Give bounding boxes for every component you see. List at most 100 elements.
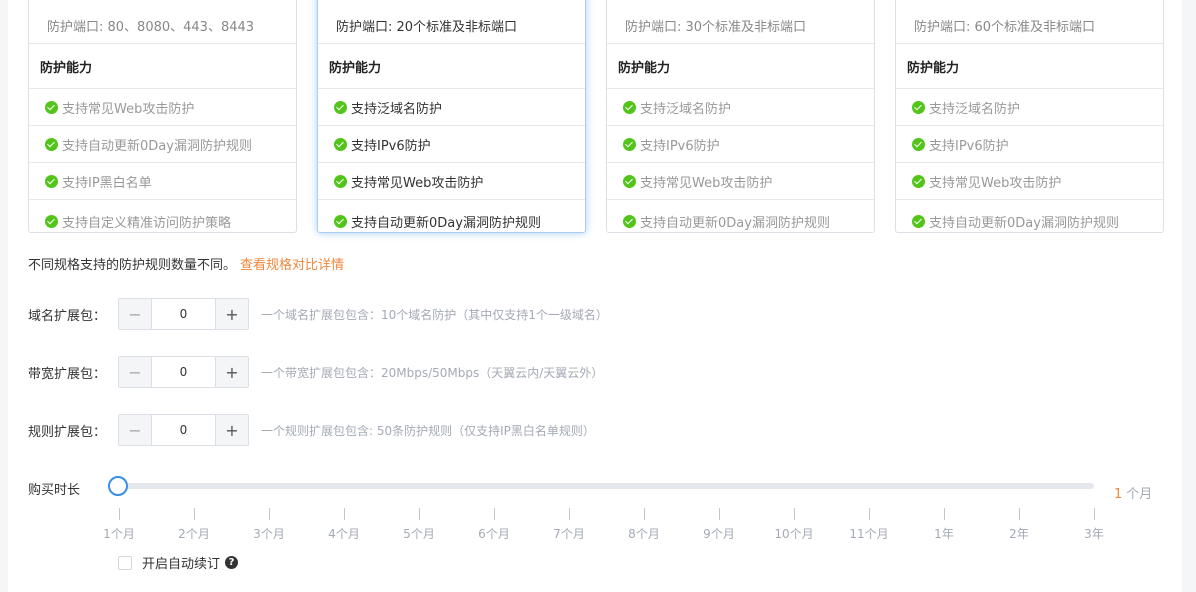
feature-item: 支持常见Web攻击防护 [29, 89, 296, 126]
card-ability-title: 防护能力 [607, 44, 874, 89]
bandwidth-pack-stepper: − 0 + [118, 356, 249, 388]
duration-slider-handle[interactable] [108, 476, 128, 496]
duration-tick-label[interactable]: 9个月 [703, 525, 735, 542]
spec-card-3[interactable]: 防护端口: 30个标准及非标端口 防护能力 支持泛域名防护 支持IPv6防护 支… [606, 0, 875, 233]
duration-tick [494, 508, 495, 520]
bandwidth-pack-hint: 一个带宽扩展包包含：20Mbps/50Mbps（天翼云内/天翼云外） [261, 365, 604, 380]
card-port: 防护端口: 60个标准及非标端口 [896, 0, 1163, 44]
check-circle-icon [334, 174, 347, 188]
check-circle-icon [623, 174, 636, 188]
card-port: 防护端口: 30个标准及非标端口 [607, 0, 874, 44]
duration-tick-label[interactable]: 8个月 [628, 525, 660, 542]
minus-icon: − [128, 304, 142, 324]
duration-tick-label[interactable]: 11个月 [849, 525, 888, 542]
check-circle-icon [45, 215, 58, 228]
duration-tick-label[interactable]: 3个月 [253, 525, 285, 542]
bandwidth-pack-decrement-button[interactable]: − [119, 357, 152, 387]
minus-icon: − [128, 362, 142, 382]
card-port: 防护端口: 80、8080、443、8443 [29, 0, 296, 44]
domain-pack-increment-button[interactable]: + [215, 299, 248, 329]
rule-pack-increment-button[interactable]: + [215, 415, 248, 445]
feature-item: 支持常见Web攻击防护 [896, 163, 1163, 200]
domain-pack-row: 域名扩展包： − 0 + 一个域名扩展包包含：10个域名防护（其中仅支持1个一级… [28, 298, 608, 330]
feature-item: 支持常见Web攻击防护 [607, 163, 874, 200]
feature-item: 支持自动更新0Day漏洞防护规则 [318, 200, 585, 232]
check-circle-icon [45, 174, 58, 188]
duration-tick-label[interactable]: 1个月 [103, 525, 135, 542]
auto-renew-row: 开启自动续订 ? [118, 553, 239, 572]
check-circle-icon [912, 100, 925, 114]
card-port: 防护端口: 20个标准及非标端口 [318, 0, 585, 44]
check-circle-icon [623, 215, 636, 228]
duration-tick [269, 508, 270, 520]
duration-tick-label[interactable]: 2个月 [178, 525, 210, 542]
check-circle-icon [912, 215, 925, 228]
duration-tick [1019, 508, 1020, 520]
card-ability-title: 防护能力 [29, 44, 296, 89]
check-circle-icon [623, 137, 636, 151]
domain-pack-quantity-input[interactable]: 0 [152, 299, 215, 329]
plus-icon: + [225, 362, 239, 382]
auto-renew-checkbox[interactable] [118, 555, 132, 570]
rule-pack-quantity-input[interactable]: 0 [152, 415, 215, 445]
question-icon[interactable]: ? [225, 556, 239, 569]
auto-renew-label[interactable]: 开启自动续订 [142, 553, 220, 572]
duration-tick [1094, 508, 1095, 520]
spec-card-4[interactable]: 防护端口: 60个标准及非标端口 防护能力 支持泛域名防护 支持IPv6防护 支… [895, 0, 1164, 233]
check-circle-icon [623, 100, 636, 114]
domain-pack-label: 域名扩展包： [28, 308, 107, 324]
feature-item: 支持泛域名防护 [318, 89, 585, 126]
bandwidth-pack-label: 带宽扩展包： [28, 366, 107, 382]
domain-pack-decrement-button[interactable]: − [119, 299, 152, 329]
domain-pack-stepper: − 0 + [118, 298, 249, 330]
rule-pack-label: 规则扩展包： [28, 424, 107, 440]
check-circle-icon [45, 137, 58, 151]
bandwidth-pack-increment-button[interactable]: + [215, 357, 248, 387]
rule-pack-decrement-button[interactable]: − [119, 415, 152, 445]
duration-tick-label[interactable]: 5个月 [403, 525, 435, 542]
check-circle-icon [334, 100, 347, 114]
feature-item: 支持IP黑白名单 [29, 163, 296, 200]
spec-note-text: 不同规格支持的防护规则数量不同。 [28, 258, 237, 273]
check-circle-icon [912, 174, 925, 188]
bandwidth-pack-quantity-input[interactable]: 0 [152, 357, 215, 387]
duration-tick-label[interactable]: 10个月 [774, 525, 813, 542]
card-ability-title: 防护能力 [318, 44, 585, 89]
feature-item: 支持自动更新0Day漏洞防护规则 [607, 200, 874, 232]
duration-tick [119, 508, 120, 520]
feature-item: 支持IPv6防护 [607, 126, 874, 163]
duration-value-unit: 个月 [1126, 487, 1153, 502]
duration-tick [194, 508, 195, 520]
duration-tick [419, 508, 420, 520]
feature-item: 支持自定义精准访问防护策略 [29, 200, 296, 232]
feature-item: 支持IPv6防护 [318, 126, 585, 163]
duration-value: 1 个月 [1114, 483, 1152, 502]
check-circle-icon [45, 100, 58, 114]
plus-icon: + [225, 420, 239, 440]
duration-tick-label[interactable]: 2年 [1009, 525, 1029, 542]
duration-label: 购买时长 [28, 483, 81, 498]
duration-tick [944, 508, 945, 520]
duration-tick-label[interactable]: 4个月 [328, 525, 360, 542]
spec-card-2-selected[interactable]: 防护端口: 20个标准及非标端口 防护能力 支持泛域名防护 支持IPv6防护 支… [317, 0, 586, 233]
duration-tick [569, 508, 570, 520]
spec-note: 不同规格支持的防护规则数量不同。 查看规格对比详情 [28, 254, 344, 273]
rule-pack-row: 规则扩展包： − 0 + 一个规则扩展包包含: 50条防护规则（仅支持IP黑白名… [28, 414, 595, 446]
spec-compare-link[interactable]: 查看规格对比详情 [240, 258, 344, 273]
feature-item: 支持IPv6防护 [896, 126, 1163, 163]
duration-slider-track[interactable] [118, 483, 1094, 489]
duration-tick-label[interactable]: 3年 [1084, 525, 1104, 542]
duration-tick [869, 508, 870, 520]
duration-tick [719, 508, 720, 520]
domain-pack-hint: 一个域名扩展包包含：10个域名防护（其中仅支持1个一级域名） [261, 307, 608, 322]
check-circle-icon [334, 137, 347, 151]
duration-tick [644, 508, 645, 520]
purchase-config-page: 防护端口: 80、8080、443、8443 防护能力 支持常见Web攻击防护 … [0, 0, 1196, 592]
spec-card-1[interactable]: 防护端口: 80、8080、443、8443 防护能力 支持常见Web攻击防护 … [28, 0, 297, 233]
duration-tick-label[interactable]: 1年 [934, 525, 954, 542]
duration-tick-label[interactable]: 6个月 [478, 525, 510, 542]
duration-tick [344, 508, 345, 520]
card-ability-title: 防护能力 [896, 44, 1163, 89]
duration-tick [794, 508, 795, 520]
duration-tick-label[interactable]: 7个月 [553, 525, 585, 542]
